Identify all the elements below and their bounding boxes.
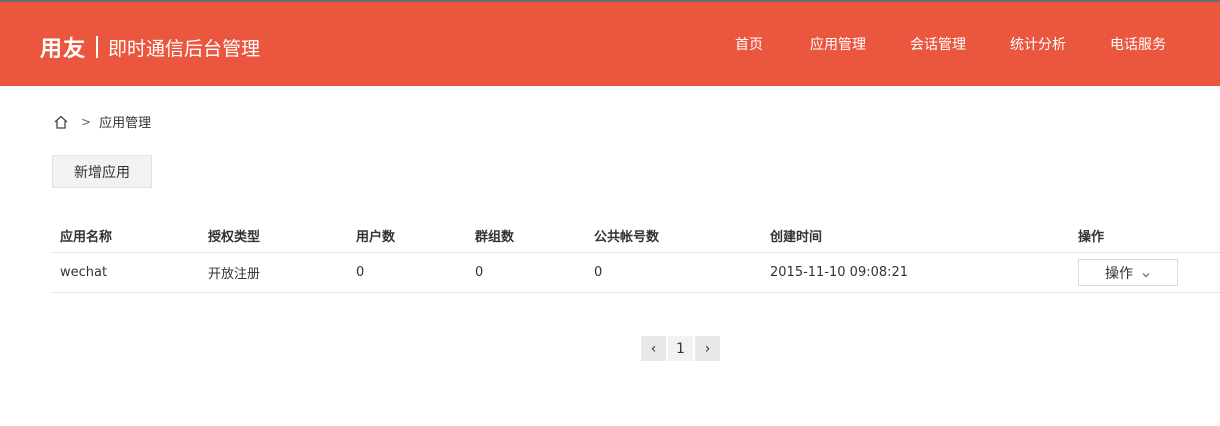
actions-dropdown-label: 操作 bbox=[1105, 265, 1133, 282]
home-icon[interactable] bbox=[53, 114, 69, 130]
add-app-button[interactable]: 新增应用 bbox=[52, 155, 152, 188]
table-header: 应用名称 授权类型 用户数 群组数 公共帐号数 创建时间 操作 bbox=[52, 218, 1220, 253]
actions-dropdown-button[interactable]: 操作 bbox=[1078, 259, 1178, 286]
column-header-public-accounts[interactable]: 公共帐号数 bbox=[594, 218, 659, 252]
auth-type-cell: 开放注册 bbox=[208, 267, 261, 282]
app-table: 应用名称 授权类型 用户数 群组数 公共帐号数 创建时间 操作 wechat 开… bbox=[52, 218, 1220, 293]
actions-cell: 操作 bbox=[1078, 253, 1178, 292]
next-page-button[interactable]: › bbox=[695, 336, 720, 361]
column-header-auth-type[interactable]: 授权类型 bbox=[208, 218, 260, 252]
top-header: 用友 即时通信后台管理 首页 应用管理 会话管理 统计分析 电话服务 bbox=[0, 0, 1220, 86]
nav-item-session-management[interactable]: 会话管理 bbox=[910, 34, 966, 54]
nav-item-phone-service[interactable]: 电话服务 bbox=[1110, 34, 1166, 54]
users-cell: 0 bbox=[356, 265, 365, 280]
column-header-created[interactable]: 创建时间 bbox=[770, 218, 822, 252]
pagination: ‹ 1 › bbox=[641, 336, 720, 361]
breadcrumb-separator: > bbox=[81, 114, 92, 129]
breadcrumb: > 应用管理 bbox=[53, 112, 151, 131]
main-nav: 首页 应用管理 会话管理 统计分析 电话服务 bbox=[0, 34, 1220, 58]
table-row: wechat 开放注册 0 0 0 2015-11-10 09:08:21 操作 bbox=[52, 253, 1220, 293]
nav-item-statistics[interactable]: 统计分析 bbox=[1010, 34, 1066, 54]
nav-item-app-management[interactable]: 应用管理 bbox=[810, 34, 866, 54]
column-header-users[interactable]: 用户数 bbox=[356, 218, 395, 252]
nav-item-home[interactable]: 首页 bbox=[735, 34, 763, 54]
prev-page-button[interactable]: ‹ bbox=[641, 336, 666, 361]
groups-cell: 0 bbox=[475, 265, 484, 280]
column-header-actions: 操作 bbox=[1078, 229, 1105, 245]
created-time-cell: 2015-11-10 09:08:21 bbox=[770, 265, 909, 280]
page-number[interactable]: 1 bbox=[668, 336, 693, 361]
column-header-app-name[interactable]: 应用名称 bbox=[60, 218, 112, 252]
app-name-link[interactable]: wechat bbox=[60, 253, 107, 292]
chevron-down-icon bbox=[1141, 268, 1151, 278]
public-accounts-cell: 0 bbox=[594, 265, 603, 280]
breadcrumb-current: 应用管理 bbox=[99, 116, 152, 131]
column-header-groups[interactable]: 群组数 bbox=[475, 218, 514, 252]
